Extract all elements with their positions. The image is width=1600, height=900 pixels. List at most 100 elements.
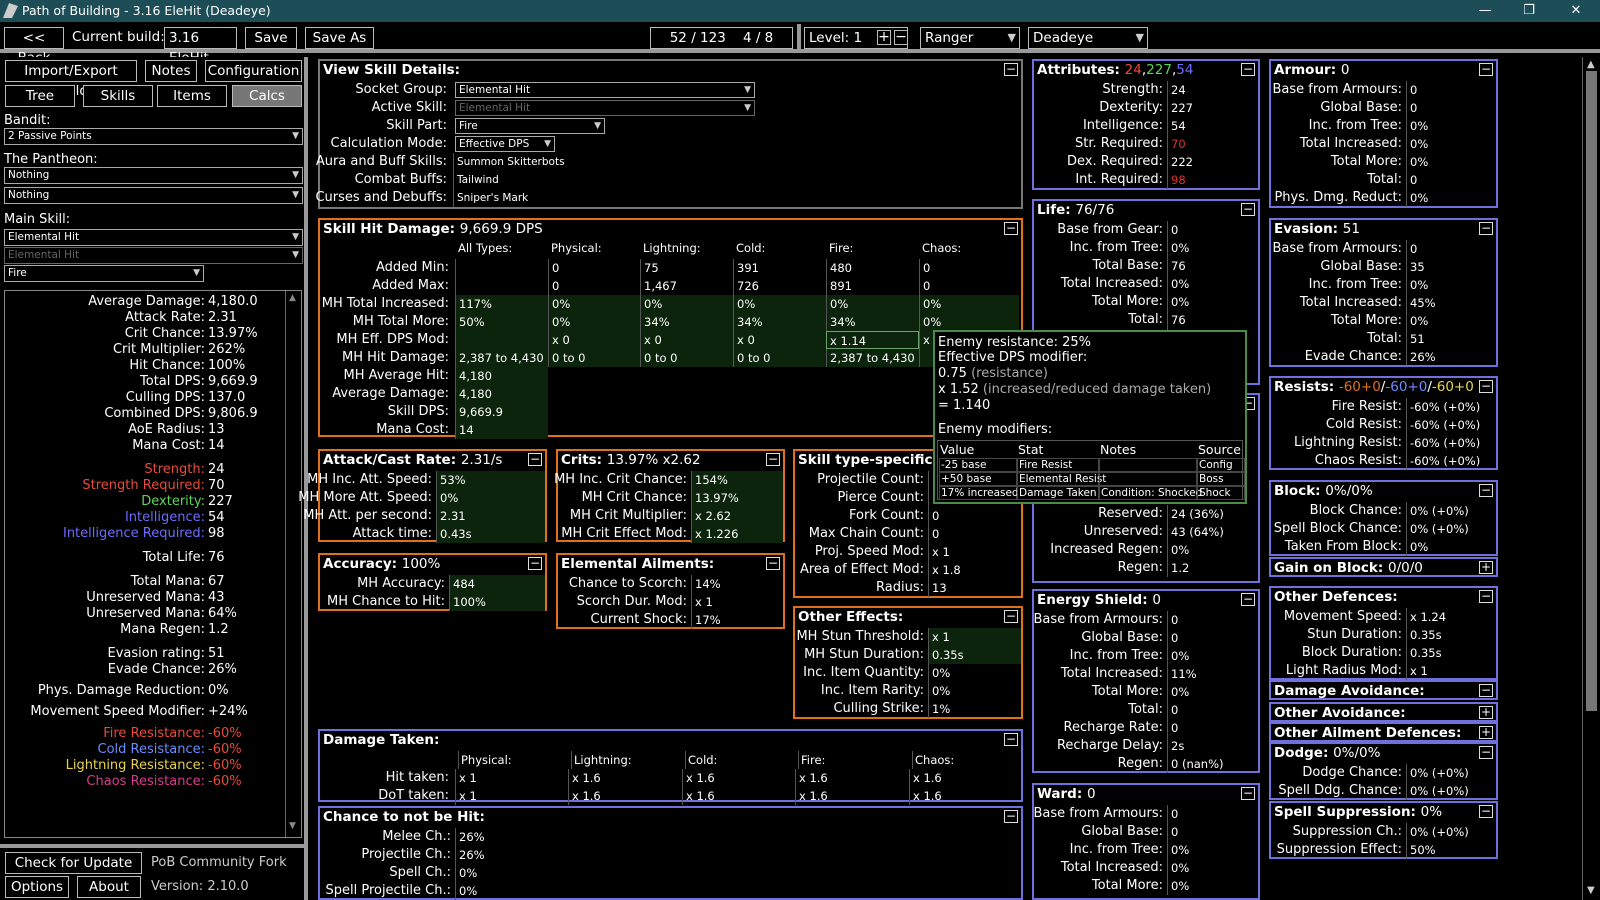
stat-row: Culling Strike: 1% xyxy=(795,700,1021,718)
collapse-button[interactable]: − xyxy=(1479,63,1493,76)
tab-calcs[interactable]: Calcs xyxy=(232,85,302,107)
scroll-up-icon[interactable]: ▲ xyxy=(289,293,296,303)
configuration-button[interactable]: Configuration xyxy=(205,60,302,82)
column-header: Fire: xyxy=(829,241,854,255)
collapse-button[interactable]: − xyxy=(1479,222,1493,235)
active-skill-value: Elemental Hit xyxy=(8,249,80,261)
stat-row: Str. Required: 70 xyxy=(1034,135,1258,153)
elemental-ailments-title: Elemental Ailments: xyxy=(561,556,715,572)
stat-label: Culling DPS: xyxy=(125,390,205,405)
skill-part-dropdown[interactable]: Fire ▼ xyxy=(4,265,204,282)
stat-label: Regen: xyxy=(1117,756,1163,771)
about-button[interactable]: About xyxy=(77,876,141,898)
scroll-thumb[interactable] xyxy=(1586,71,1597,711)
tab-tree[interactable]: Tree xyxy=(5,85,75,107)
collapse-button[interactable]: − xyxy=(1479,484,1493,497)
import-export-button[interactable]: Import/Export Build xyxy=(5,60,137,99)
column-header: Fire: xyxy=(798,751,825,769)
stat-label: Total: xyxy=(1128,312,1163,327)
scroll-down-icon[interactable]: ▼ xyxy=(289,821,296,831)
build-name-field[interactable]: 3.16 EleHit xyxy=(164,27,237,66)
stat-value: 0% xyxy=(1167,877,1258,895)
main-skill-label: Main Skill: xyxy=(4,212,71,227)
stat-label: MH Crit Multiplier: xyxy=(569,508,687,523)
collapse-button[interactable]: − xyxy=(1241,787,1255,800)
stats-scrollbar[interactable]: ▲ ▼ xyxy=(285,291,301,837)
life-title: Life: xyxy=(1037,202,1071,218)
ascendancy-dropdown[interactable]: Deadeye ▼ xyxy=(1028,27,1148,49)
skill-detail-dropdown[interactable]: Effective DPS ▼ xyxy=(455,136,555,152)
maximize-button[interactable]: ❐ xyxy=(1506,0,1552,22)
level-minus-button[interactable]: − xyxy=(894,30,908,45)
accuracy-value: 100% xyxy=(401,556,441,572)
stat-label: Total: xyxy=(1367,331,1402,346)
stat-label: MH Chance to Hit: xyxy=(327,594,445,609)
stat-row: Taken From Block: 0% xyxy=(1271,538,1496,556)
save-as-button[interactable]: Save As xyxy=(305,27,374,49)
options-button[interactable]: Options xyxy=(5,876,69,898)
collapse-button[interactable]: − xyxy=(766,557,780,570)
collapse-button[interactable]: − xyxy=(1241,593,1255,606)
scroll-up-icon[interactable]: ▲ xyxy=(1587,59,1595,70)
collapse-button[interactable]: − xyxy=(1004,733,1018,746)
other-defences-title: Other Defences: xyxy=(1274,589,1398,605)
save-button[interactable]: Save xyxy=(245,27,297,49)
stat-label: Strength: xyxy=(144,462,205,477)
collapse-button[interactable]: − xyxy=(1004,222,1018,235)
level-plus-button[interactable]: + xyxy=(877,30,891,45)
collapse-button[interactable]: − xyxy=(766,453,780,466)
bandit-label: Bandit: xyxy=(4,113,51,128)
close-button[interactable]: ✕ xyxy=(1553,0,1599,22)
main-skill-dropdown[interactable]: Elemental Hit ▼ xyxy=(4,229,303,246)
expand-button[interactable]: + xyxy=(1479,561,1493,574)
dropdown-value: Effective DPS xyxy=(459,138,530,150)
other-ailment-defences-header: Other Ailment Defences: xyxy=(1271,724,1496,742)
tab-items[interactable]: Items xyxy=(157,85,227,107)
ascendancy-value: Deadeye xyxy=(1033,30,1094,46)
collapse-button[interactable]: − xyxy=(1479,380,1493,393)
pantheon-minor-dropdown[interactable]: Nothing ▼ xyxy=(4,187,303,204)
dodge-value: 0%/0% xyxy=(1333,745,1381,761)
damage-value: 75 xyxy=(640,259,733,277)
skill-detail-dropdown[interactable]: Fire ▼ xyxy=(455,118,605,134)
collapse-button[interactable]: − xyxy=(1479,684,1493,697)
check-update-button[interactable]: Check for Update xyxy=(5,852,142,874)
collapse-button[interactable]: − xyxy=(1479,746,1493,759)
bandit-dropdown[interactable]: 2 Passive Points ▼ xyxy=(4,128,303,145)
damage-value: 117% xyxy=(455,295,548,313)
collapse-button[interactable]: − xyxy=(1241,63,1255,76)
collapse-button[interactable]: − xyxy=(1479,805,1493,818)
column-header: Chaos: xyxy=(912,751,954,769)
damage-taken-value: x 1.6 xyxy=(682,769,792,787)
class-dropdown[interactable]: Ranger ▼ xyxy=(920,27,1020,49)
stat-value: 26% xyxy=(455,846,1021,864)
expand-button[interactable]: + xyxy=(1479,706,1493,719)
collapse-button[interactable]: − xyxy=(528,453,542,466)
chevron-down-icon: ▼ xyxy=(744,85,751,95)
back-button[interactable]: << Back xyxy=(4,27,64,66)
notes-button[interactable]: Notes xyxy=(145,60,197,82)
stat-label: Total Increased: xyxy=(1060,276,1163,291)
scroll-down-icon[interactable]: ▼ xyxy=(1587,885,1595,896)
collapse-button[interactable]: − xyxy=(1479,590,1493,603)
dodge-header: Dodge: 0%/0% xyxy=(1271,744,1496,762)
collapse-button[interactable]: − xyxy=(1004,810,1018,823)
collapse-button[interactable]: − xyxy=(528,557,542,570)
skill-detail-dropdown[interactable]: Elemental Hit ▼ xyxy=(455,82,755,98)
stat-row: MH Crit Multiplier: x 2.62 xyxy=(558,507,783,525)
stat-label: Max Chain Count: xyxy=(808,526,924,541)
pantheon-major-dropdown[interactable]: Nothing ▼ xyxy=(4,167,303,184)
main-scrollbar[interactable]: ▲ ▼ xyxy=(1582,57,1600,900)
stat-label: Global Base: xyxy=(1320,100,1402,115)
tab-skills[interactable]: Skills xyxy=(83,85,153,107)
level-field[interactable]: Level: 1 xyxy=(804,27,908,49)
expand-button[interactable]: + xyxy=(1479,726,1493,739)
stat-label: Total More: xyxy=(1330,154,1402,169)
minimize-button[interactable]: — xyxy=(1462,0,1508,22)
collapse-button[interactable]: − xyxy=(1004,63,1018,76)
tooltip-line: Enemy resistance: 25% xyxy=(938,335,1092,350)
collapse-button[interactable]: − xyxy=(1004,610,1018,623)
collapse-button[interactable]: − xyxy=(1241,203,1255,216)
other-ailment-defences: Other Ailment Defences: + xyxy=(1269,722,1498,742)
chance-not-hit: Chance to not be Hit: − Melee Ch.: 26% Proje… xyxy=(318,806,1023,900)
